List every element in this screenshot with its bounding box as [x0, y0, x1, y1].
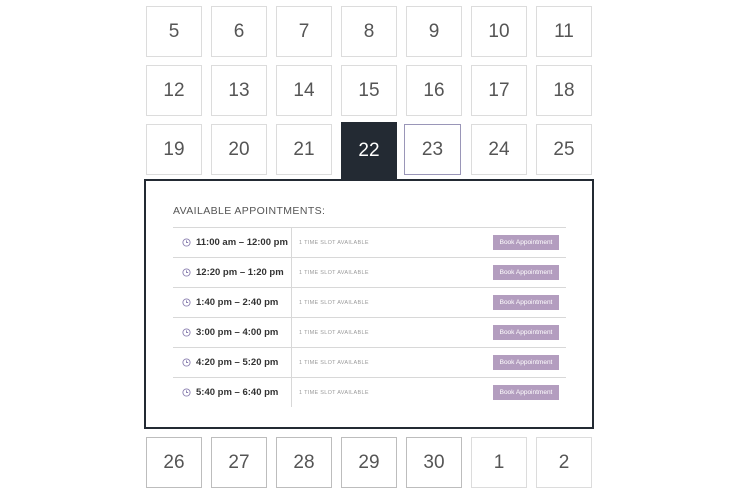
book-appointment-button[interactable]: Book Appointment: [493, 295, 559, 310]
calendar-day-next-month[interactable]: 1: [471, 437, 527, 488]
calendar-day[interactable]: 27: [211, 437, 267, 488]
calendar-day-hovered[interactable]: 23: [404, 124, 461, 175]
clock-icon: [182, 358, 191, 367]
appointment-slot: 3:00 pm – 4:00 pm 1 TIME SLOT AVAILABLE …: [173, 318, 566, 348]
slot-divider: [291, 258, 292, 287]
calendar-day[interactable]: 9: [406, 6, 462, 57]
slot-availability: 1 TIME SLOT AVAILABLE: [299, 269, 369, 276]
calendar-day[interactable]: 30: [406, 437, 462, 488]
calendar-day-selected[interactable]: 22: [341, 122, 397, 179]
calendar-day[interactable]: 7: [276, 6, 332, 57]
slot-divider: [291, 228, 292, 257]
book-appointment-button[interactable]: Book Appointment: [493, 235, 559, 250]
book-appointment-button[interactable]: Book Appointment: [493, 355, 559, 370]
slot-divider: [291, 378, 292, 407]
calendar-day[interactable]: 16: [406, 65, 462, 116]
slot-time: 12:20 pm – 1:20 pm: [196, 267, 284, 278]
book-appointment-button[interactable]: Book Appointment: [493, 265, 559, 280]
slot-time: 11:00 am – 12:00 pm: [196, 237, 288, 248]
appointment-slot: 11:00 am – 12:00 pm 1 TIME SLOT AVAILABL…: [173, 228, 566, 258]
slot-availability: 1 TIME SLOT AVAILABLE: [299, 329, 369, 336]
slot-availability: 1 TIME SLOT AVAILABLE: [299, 299, 369, 306]
slot-divider: [291, 348, 292, 377]
calendar-day[interactable]: 24: [471, 124, 527, 175]
slot-availability: 1 TIME SLOT AVAILABLE: [299, 359, 369, 366]
clock-icon: [182, 298, 191, 307]
appointments-panel: AVAILABLE APPOINTMENTS: 11:00 am – 12:00…: [144, 179, 594, 429]
calendar-day[interactable]: 11: [536, 6, 592, 57]
appointment-slot: 1:40 pm – 2:40 pm 1 TIME SLOT AVAILABLE …: [173, 288, 566, 318]
calendar-day[interactable]: 15: [341, 65, 397, 116]
calendar-day[interactable]: 10: [471, 6, 527, 57]
slot-time: 3:00 pm – 4:00 pm: [196, 327, 279, 338]
calendar-day[interactable]: 19: [146, 124, 202, 175]
slot-list: 11:00 am – 12:00 pm 1 TIME SLOT AVAILABL…: [173, 227, 566, 407]
panel-title: AVAILABLE APPOINTMENTS:: [173, 205, 326, 217]
clock-icon: [182, 328, 191, 337]
calendar-day[interactable]: 25: [536, 124, 592, 175]
calendar-day[interactable]: 20: [211, 124, 267, 175]
slot-availability: 1 TIME SLOT AVAILABLE: [299, 239, 369, 246]
booking-calendar: 5 6 7 8 9 10 11 12 13 14 15 16 17 18 19 …: [0, 0, 747, 500]
slot-time: 5:40 pm – 6:40 pm: [196, 387, 279, 398]
book-appointment-button[interactable]: Book Appointment: [493, 385, 559, 400]
calendar-day-next-month[interactable]: 2: [536, 437, 592, 488]
slot-divider: [291, 288, 292, 317]
calendar-day[interactable]: 8: [341, 6, 397, 57]
clock-icon: [182, 388, 191, 397]
calendar-day[interactable]: 13: [211, 65, 267, 116]
clock-icon: [182, 268, 191, 277]
clock-icon: [182, 238, 191, 247]
slot-time: 4:20 pm – 5:20 pm: [196, 357, 279, 368]
slot-availability: 1 TIME SLOT AVAILABLE: [299, 389, 369, 396]
book-appointment-button[interactable]: Book Appointment: [493, 325, 559, 340]
calendar-day[interactable]: 28: [276, 437, 332, 488]
appointment-slot: 5:40 pm – 6:40 pm 1 TIME SLOT AVAILABLE …: [173, 378, 566, 407]
calendar-day[interactable]: 6: [211, 6, 267, 57]
calendar-day[interactable]: 12: [146, 65, 202, 116]
slot-divider: [291, 318, 292, 347]
calendar-day[interactable]: 26: [146, 437, 202, 488]
appointment-slot: 12:20 pm – 1:20 pm 1 TIME SLOT AVAILABLE…: [173, 258, 566, 288]
calendar-day[interactable]: 21: [276, 124, 332, 175]
calendar-day[interactable]: 17: [471, 65, 527, 116]
calendar-day[interactable]: 18: [536, 65, 592, 116]
slot-time: 1:40 pm – 2:40 pm: [196, 297, 279, 308]
calendar-day[interactable]: 14: [276, 65, 332, 116]
appointment-slot: 4:20 pm – 5:20 pm 1 TIME SLOT AVAILABLE …: [173, 348, 566, 378]
calendar-day[interactable]: 5: [146, 6, 202, 57]
calendar-day[interactable]: 29: [341, 437, 397, 488]
